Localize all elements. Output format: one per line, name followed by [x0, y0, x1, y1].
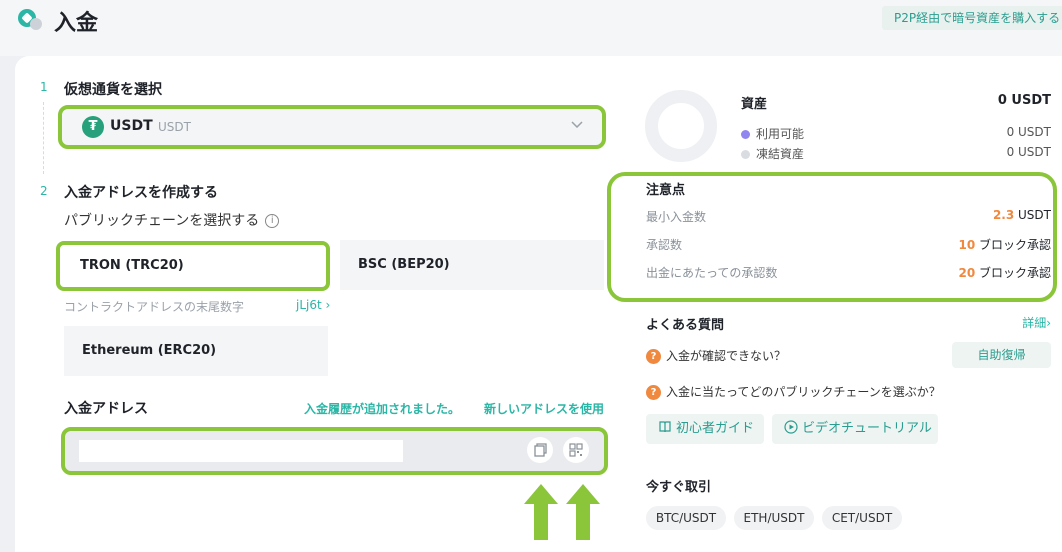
usdt-icon: ₮	[82, 116, 104, 138]
chain-option-tron[interactable]: TRON (TRC20)	[56, 241, 330, 291]
available-label: 利用可能	[756, 127, 805, 141]
qr-code-button[interactable]	[563, 437, 589, 463]
p2p-buy-button[interactable]: P2P経由で暗号資産を購入する	[882, 6, 1062, 30]
frozen-value: 0 USDT	[1006, 145, 1051, 159]
deposit-address-title: 入金アドレス	[64, 401, 148, 417]
chain-option-ethereum[interactable]: Ethereum (ERC20)	[64, 326, 328, 376]
chain-select-label: パブリックチェーンを選択する	[64, 213, 260, 229]
qr-code-icon	[569, 443, 583, 457]
page-title: 入金	[54, 11, 99, 36]
withdraw-confirmations-value: 20 ブロック承認	[958, 266, 1051, 280]
beginner-guide-button[interactable]: 初心者ガイド	[646, 414, 764, 444]
min-deposit-label: 最小入金数	[646, 210, 707, 224]
currency-select[interactable]: ₮ USDT USDT	[58, 105, 606, 149]
logo-icon	[18, 9, 44, 31]
faq-question-2: 入金に当たってどのパブリックチェーンを選ぶか？	[666, 385, 941, 399]
frozen-dot	[741, 150, 750, 159]
pair-btc-usdt[interactable]: BTC/USDT	[646, 506, 726, 530]
chain-select-subtitle: パブリックチェーンを選択する i	[64, 210, 280, 230]
faq-more-link[interactable]: 詳細›	[1000, 314, 1051, 331]
confirmations-label: 承認数	[646, 238, 683, 252]
deposit-address-box	[61, 427, 608, 475]
confirmations-value: 10 ブロック承認	[958, 238, 1051, 252]
faq-title: よくある質問	[646, 318, 725, 333]
trade-now-title: 今すぐ取引	[646, 480, 712, 495]
copy-button[interactable]	[527, 437, 553, 463]
assets-donut-chart	[645, 90, 717, 162]
arrow-up-icon	[566, 484, 600, 540]
contract-address-label: コントラクトアドレスの末尾数字	[64, 300, 245, 314]
coin-symbol: USDT	[110, 118, 153, 134]
self-recovery-button[interactable]: 自助復帰	[952, 342, 1051, 368]
pair-eth-usdt[interactable]: ETH/USDT	[734, 506, 814, 530]
assets-total: 0 USDT	[997, 93, 1051, 108]
question-icon: ?	[646, 349, 661, 364]
video-tutorial-button[interactable]: ビデオチュートリアル	[772, 414, 938, 444]
available-value: 0 USDT	[1006, 125, 1051, 139]
step-2-number: 2	[40, 184, 48, 198]
deposit-address-value[interactable]	[79, 440, 403, 462]
contract-address-value[interactable]: jLj6t ›	[296, 298, 330, 312]
assets-title: 資産	[741, 97, 768, 112]
withdraw-confirmations-label: 出金にあたっての承認数	[646, 266, 778, 280]
min-deposit-value: 2.3 USDT	[992, 208, 1051, 222]
coin-subtitle: USDT	[158, 120, 191, 134]
book-icon	[659, 421, 671, 433]
page-header: 入金 P2P経由で暗号資産を購入する	[0, 0, 1062, 56]
faq-item-1[interactable]: ? 入金が確認できない？	[646, 347, 786, 364]
frozen-label: 凍結資産	[756, 147, 805, 161]
faq-item-2[interactable]: ? 入金に当たってどのパブリックチェーンを選ぶか？	[646, 383, 941, 400]
notes-title: 注意点	[646, 183, 686, 198]
new-address-link[interactable]: 新しいアドレスを使用	[484, 400, 604, 417]
faq-question-1: 入金が確認できない？	[666, 349, 787, 363]
available-dot	[741, 130, 750, 139]
available-legend: 利用可能	[741, 125, 804, 142]
arrow-up-icon	[524, 484, 558, 540]
play-icon	[784, 420, 798, 434]
step-1-title: 仮想通貨を選択	[64, 82, 162, 98]
step-connector	[43, 102, 44, 174]
frozen-legend: 凍結資産	[741, 145, 804, 162]
copy-icon	[534, 443, 547, 457]
step-2-title: 入金アドレスを作成する	[64, 185, 218, 201]
info-icon[interactable]: i	[265, 214, 280, 228]
question-icon: ?	[646, 385, 661, 400]
step-1-number: 1	[40, 80, 48, 94]
deposit-history-link[interactable]: 入金履歴が追加されました。	[304, 400, 460, 417]
chain-option-bsc[interactable]: BSC (BEP20)	[340, 240, 604, 290]
chevron-down-icon	[571, 121, 583, 129]
pair-cet-usdt[interactable]: CET/USDT	[822, 506, 902, 530]
